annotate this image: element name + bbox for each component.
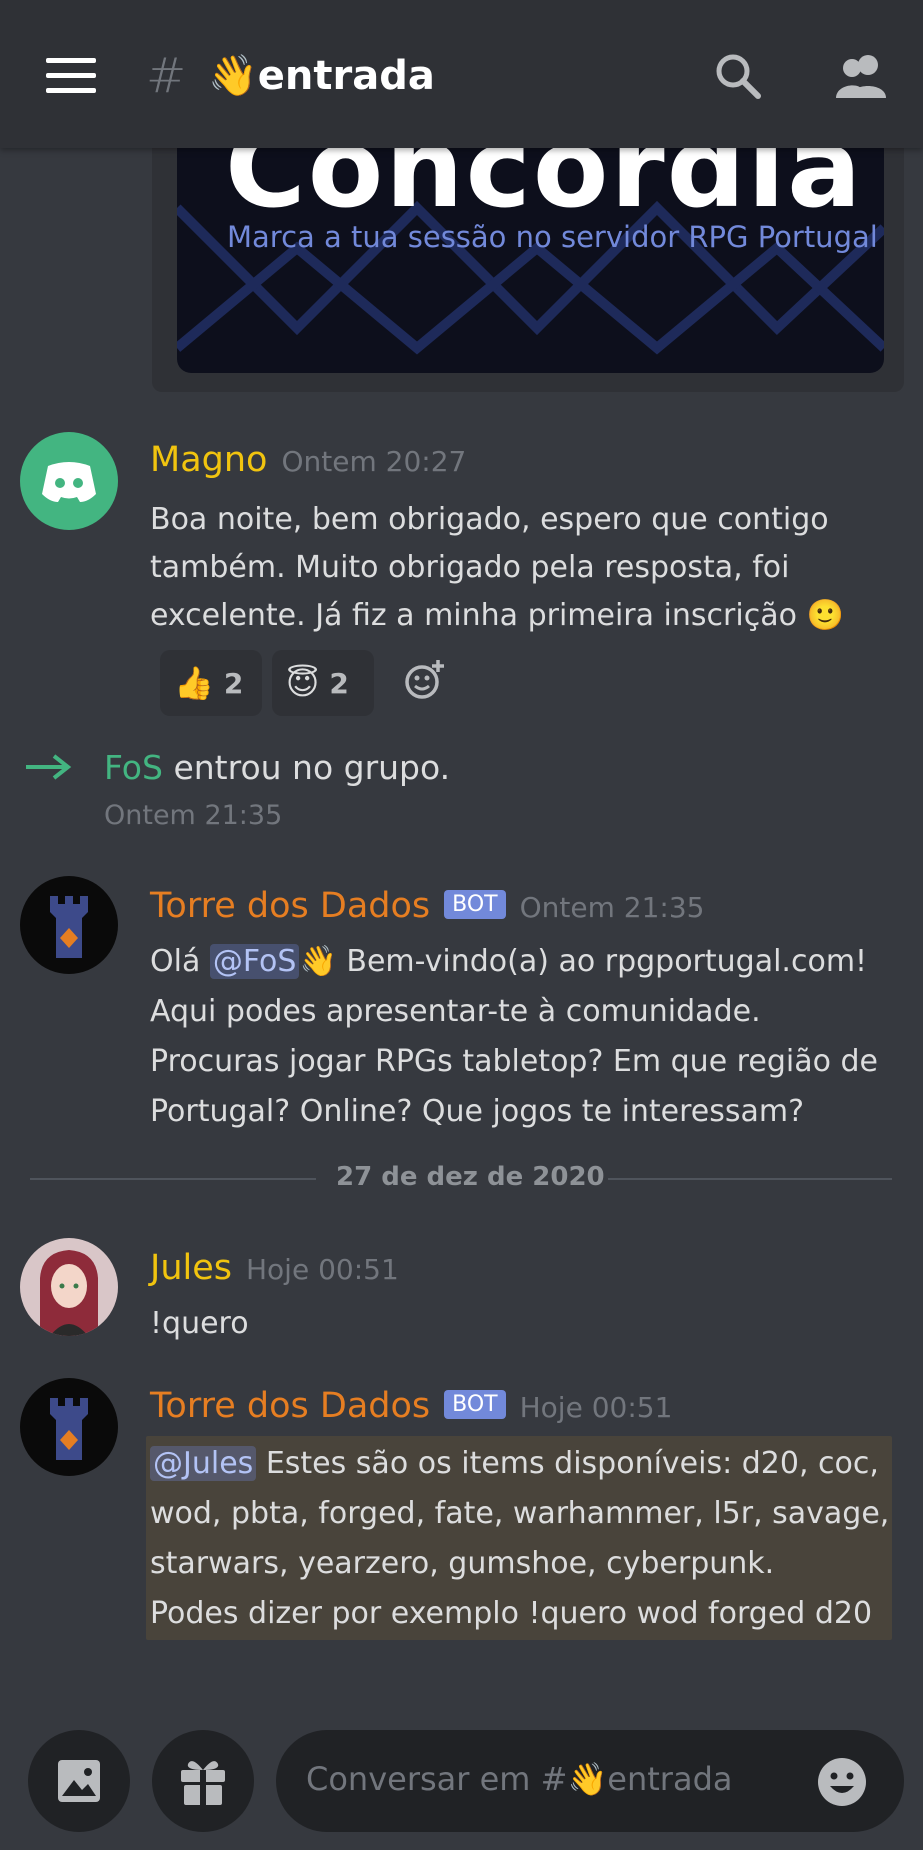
- message-line: excelente. Já fiz a minha primeira inscr…: [150, 598, 844, 633]
- menu-icon[interactable]: [46, 58, 96, 94]
- reaction-thumbs-up[interactable]: 👍 2: [160, 650, 262, 716]
- message-header: Torre dos Dados BOT Hoje 00:51: [150, 1386, 672, 1426]
- join-text: entrou no grupo.: [162, 748, 451, 787]
- author-name[interactable]: Magno: [150, 440, 267, 480]
- author-name[interactable]: Torre dos Dados: [150, 1386, 430, 1426]
- message-input[interactable]: Conversar em #👋entrada: [276, 1730, 904, 1832]
- channel-title: 👋entrada: [208, 53, 435, 99]
- joined-user[interactable]: FoS: [104, 748, 163, 787]
- avatar[interactable]: [20, 876, 118, 974]
- avatar[interactable]: [20, 1238, 118, 1336]
- message-header: Torre dos Dados BOT Ontem 21:35: [150, 886, 704, 926]
- avatar[interactable]: [20, 432, 118, 530]
- emoji-picker-icon[interactable]: [816, 1756, 868, 1808]
- author-name[interactable]: Jules: [150, 1248, 232, 1288]
- reaction-innocent[interactable]: 😇 2: [272, 650, 374, 716]
- message-text: Olá: [150, 944, 210, 979]
- timestamp: Hoje 00:51: [246, 1253, 399, 1286]
- message-line: Portugal? Online? Que jogos te interessa…: [150, 1094, 805, 1129]
- channel-hash-icon: #: [146, 48, 187, 104]
- timestamp: Ontem 21:35: [519, 891, 705, 924]
- system-join-message: FoS entrou no grupo.: [104, 748, 450, 787]
- message-line: Aqui podes apresentar-te à comunidade.: [150, 994, 761, 1029]
- author-name[interactable]: Torre dos Dados: [150, 886, 430, 926]
- message-line: também. Muito obrigado pela resposta, fo…: [150, 550, 790, 585]
- innocent-face-icon: 😇: [286, 664, 320, 702]
- divider-line-right: [608, 1178, 892, 1180]
- message-line: wod, pbta, forged, fate, warhammer, l5r,…: [150, 1496, 890, 1531]
- reaction-count: 2: [223, 666, 244, 700]
- bot-badge: BOT: [444, 1390, 506, 1419]
- embed-image[interactable]: Concórdia Marca a tua sessão no servidor…: [177, 148, 884, 373]
- user-mention[interactable]: @FoS: [209, 944, 300, 979]
- image-icon: [58, 1760, 100, 1802]
- message-line: Olá @FoS 👋 Bem-vindo(a) ao rpgportugal.co…: [150, 944, 867, 979]
- bot-badge: BOT: [444, 890, 506, 919]
- timestamp: Hoje 00:51: [519, 1391, 673, 1424]
- message-header: Magno Ontem 20:27: [150, 440, 466, 480]
- message-line: Boa noite, bem obrigado, espero que cont…: [150, 502, 829, 537]
- message-text: Estes são os items disponíveis: d20, coc…: [256, 1446, 879, 1481]
- embed-subtitle: Marca a tua sessão no servidor RPG Portu…: [227, 220, 878, 254]
- message-line: @Jules Estes são os items disponíveis: d…: [150, 1446, 879, 1481]
- gift-icon: [181, 1761, 225, 1805]
- discord-channel-view: # 👋entrada Concórdia Marca a tua sessão …: [0, 0, 923, 1850]
- user-mention[interactable]: @Jules: [150, 1446, 257, 1481]
- image-upload-button[interactable]: [28, 1730, 130, 1832]
- timestamp: Ontem 20:27: [281, 445, 467, 478]
- join-arrow-icon: [24, 752, 72, 782]
- reaction-count: 2: [329, 666, 349, 700]
- search-icon[interactable]: [712, 50, 764, 102]
- avatar[interactable]: [20, 1378, 118, 1476]
- message-text: 👋 Bem-vindo(a) ao rpgportugal.com!: [299, 944, 868, 979]
- message-line: Podes dizer por exemplo !quero wod forge…: [150, 1596, 873, 1631]
- members-icon[interactable]: [832, 50, 892, 102]
- date-divider: 27 de dez de 2020: [336, 1162, 605, 1192]
- channel-header: # 👋entrada: [0, 0, 923, 148]
- message-header: Jules Hoje 00:51: [150, 1248, 399, 1288]
- divider-line-left: [30, 1178, 316, 1180]
- thumbs-up-icon: 👍: [174, 664, 214, 702]
- add-reaction-icon[interactable]: [402, 658, 446, 702]
- message-line: Procuras jogar RPGs tabletop? Em que reg…: [150, 1044, 878, 1079]
- message-input-placeholder: Conversar em #👋entrada: [306, 1760, 733, 1798]
- system-timestamp: Ontem 21:35: [104, 800, 283, 831]
- message-line: !quero: [150, 1306, 249, 1341]
- message-line: starwars, yearzero, gumshoe, cyberpunk.: [150, 1546, 775, 1581]
- gift-button[interactable]: [152, 1730, 254, 1832]
